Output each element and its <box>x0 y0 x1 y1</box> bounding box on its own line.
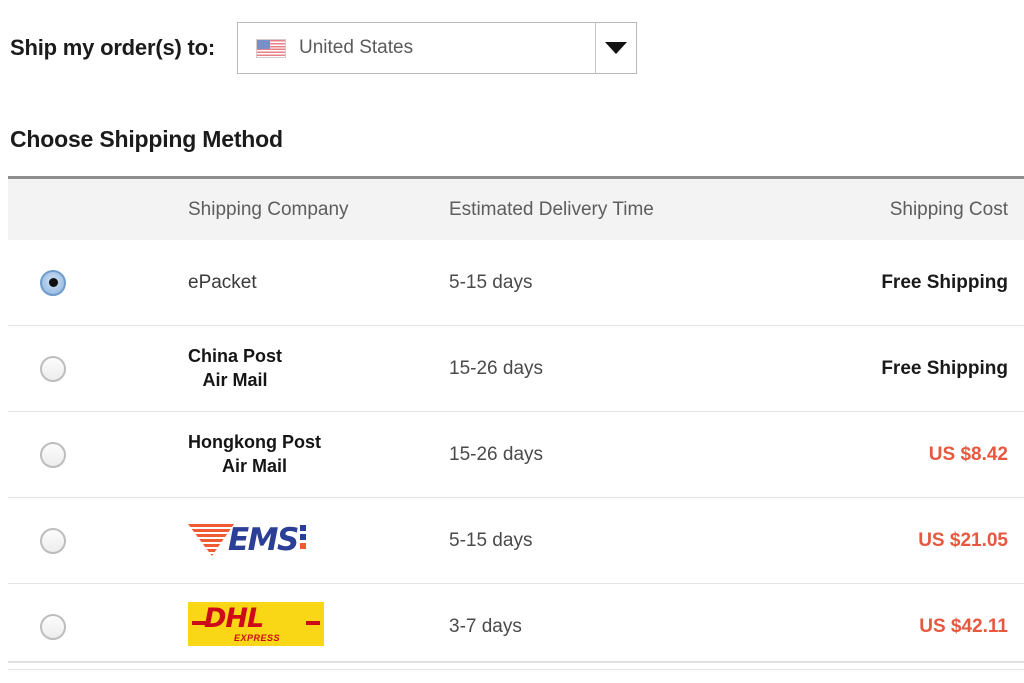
shipping-cost-value: US $42.11 <box>919 615 1008 637</box>
shipping-cost-cell: US $42.11 <box>853 616 1024 638</box>
header-cell-time: Estimated Delivery Time <box>449 198 654 220</box>
us-flag-icon <box>256 38 287 58</box>
shipping-option-radio-cell[interactable] <box>8 527 98 554</box>
delivery-time-value: 15-26 days <box>449 357 544 379</box>
table-bottom-divider <box>8 661 1024 663</box>
ems-dots-icon <box>299 525 306 555</box>
shipping-cost-cell: US $8.42 <box>853 444 1024 466</box>
shipping-company-cell: Hongkong Post Air Mail <box>98 431 433 477</box>
shipping-company-cell: ePacket <box>98 272 433 294</box>
delivery-time-cell: 5-15 days <box>433 272 853 294</box>
ems-wordmark: EMS <box>228 521 299 558</box>
dhl-logo-icon: DHL EXPRESS <box>188 602 324 646</box>
shipping-option-radio[interactable] <box>40 527 66 554</box>
table-row[interactable]: DHL EXPRESS 3-7 days US $42.11 <box>8 584 1024 670</box>
country-select-value[interactable]: United States <box>238 23 595 73</box>
shipping-option-radio[interactable] <box>40 269 66 296</box>
shipping-cost-cell: Free Shipping <box>853 272 1024 294</box>
table-row[interactable]: EMS 5-15 days US $21.05 <box>8 498 1024 584</box>
shipping-company-name: ePacket <box>188 271 257 293</box>
shipping-company-name: Hongkong Post Air Mail <box>188 431 321 477</box>
shipping-cost-cell: US $21.05 <box>853 530 1024 552</box>
chevron-down-icon <box>605 42 628 54</box>
delivery-time-value: 5-15 days <box>449 529 533 551</box>
delivery-time-cell: 3-7 days <box>433 616 853 638</box>
shipping-option-radio[interactable] <box>40 441 66 468</box>
delivery-time-value: 15-26 days <box>449 443 544 465</box>
country-select-arrow[interactable] <box>596 23 636 73</box>
delivery-time-value: 3-7 days <box>449 615 522 637</box>
shipping-company-cell: DHL EXPRESS <box>98 602 433 651</box>
ems-logo-icon: EMS <box>188 520 306 560</box>
ship-to-row: Ship my order(s) to: United States <box>10 22 638 74</box>
table-row[interactable]: China Post Air Mail 15-26 days Free Shippin… <box>8 326 1024 412</box>
delivery-time-cell: 15-26 days <box>433 358 853 380</box>
shipping-cost-value: US $21.05 <box>918 529 1008 551</box>
shipping-option-radio-cell[interactable] <box>8 269 98 296</box>
table-header-row: Shipping Company Estimated Delivery Time… <box>8 176 1024 240</box>
shipping-option-radio-cell[interactable] <box>8 441 98 468</box>
dhl-express-label: EXPRESS <box>234 633 281 643</box>
delivery-time-cell: 5-15 days <box>433 530 853 552</box>
shipping-company-cell: EMS <box>98 520 433 561</box>
shipping-option-radio-cell[interactable] <box>8 613 98 640</box>
page-title: Choose Shipping Method <box>10 126 283 152</box>
shipping-company-cell: China Post Air Mail <box>98 345 433 391</box>
shipping-option-radio[interactable] <box>40 613 66 640</box>
dhl-dash-right <box>306 621 320 625</box>
ship-to-label: Ship my order(s) to: <box>10 35 216 60</box>
company-line-2: Air Mail <box>221 455 287 476</box>
shipping-cost-value: Free Shipping <box>881 357 1008 379</box>
shipping-cost-value: Free Shipping <box>881 271 1008 293</box>
delivery-time-cell: 15-26 days <box>433 444 853 466</box>
shipping-method-table: Shipping Company Estimated Delivery Time… <box>8 176 1024 670</box>
header-cell-cost: Shipping Cost <box>889 198 1008 220</box>
country-select[interactable]: United States <box>237 22 638 74</box>
table-row[interactable]: Hongkong Post Air Mail 15-26 days US $8.42 <box>8 412 1024 498</box>
shipping-cost-value: US $8.42 <box>928 443 1008 465</box>
dhl-wordmark: DHL <box>204 603 264 634</box>
company-line-2: Air Mail <box>202 369 268 390</box>
header-cell-company: Shipping Company <box>188 198 349 220</box>
shipping-option-radio[interactable] <box>40 355 66 382</box>
shipping-option-radio-cell[interactable] <box>8 355 98 382</box>
company-line-1: China Post <box>188 346 283 367</box>
country-name: United States <box>299 37 414 58</box>
company-line-1: Hongkong Post <box>188 432 321 453</box>
table-row[interactable]: ePacket 5-15 days Free Shipping <box>8 240 1024 326</box>
shipping-cost-cell: Free Shipping <box>853 358 1024 380</box>
shipping-company-name: China Post Air Mail <box>188 345 282 391</box>
delivery-time-value: 5-15 days <box>449 271 533 293</box>
